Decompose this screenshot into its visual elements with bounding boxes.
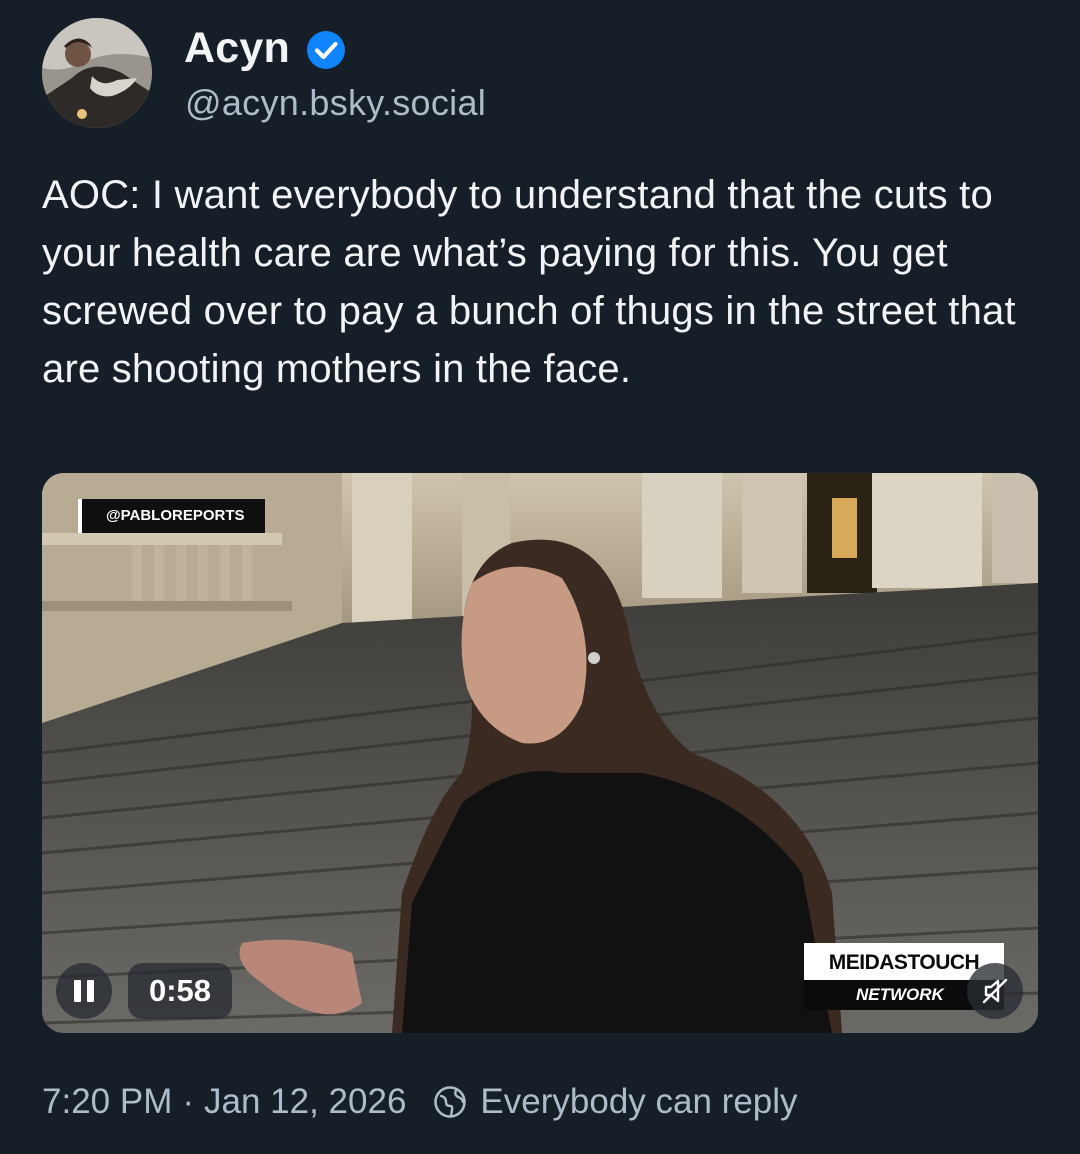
pause-icon	[74, 980, 81, 1002]
post-time[interactable]: 7:20 PM	[42, 1082, 172, 1122]
avatar-image	[42, 18, 152, 128]
post: Acyn @acyn.bsky.social AOC: I want every…	[0, 0, 1080, 1154]
author-display-name[interactable]: Acyn	[184, 24, 290, 73]
pause-button[interactable]	[56, 963, 112, 1019]
verified-check-icon	[307, 31, 345, 69]
post-date[interactable]: Jan 12, 2026	[204, 1082, 406, 1122]
reply-setting[interactable]: Everybody can reply	[480, 1082, 797, 1122]
video-time: 0:58	[128, 963, 232, 1019]
avatar[interactable]	[42, 18, 152, 128]
author-handle[interactable]: @acyn.bsky.social	[185, 82, 486, 124]
muted-speaker-icon	[982, 978, 1008, 1004]
meta-separator: ·	[182, 1082, 195, 1121]
unmute-button[interactable]	[967, 963, 1023, 1019]
post-meta: 7:20 PM · Jan 12, 2026 Everybody can rep…	[42, 1076, 798, 1128]
post-text: AOC: I want everybody to understand that…	[42, 173, 1016, 391]
video-player[interactable]: @PABLOREPORTS MEIDASTOUCH NETWORK 0:58	[42, 473, 1038, 1033]
video-watermark: @PABLOREPORTS	[78, 499, 265, 533]
globe-reply-icon	[434, 1086, 467, 1118]
